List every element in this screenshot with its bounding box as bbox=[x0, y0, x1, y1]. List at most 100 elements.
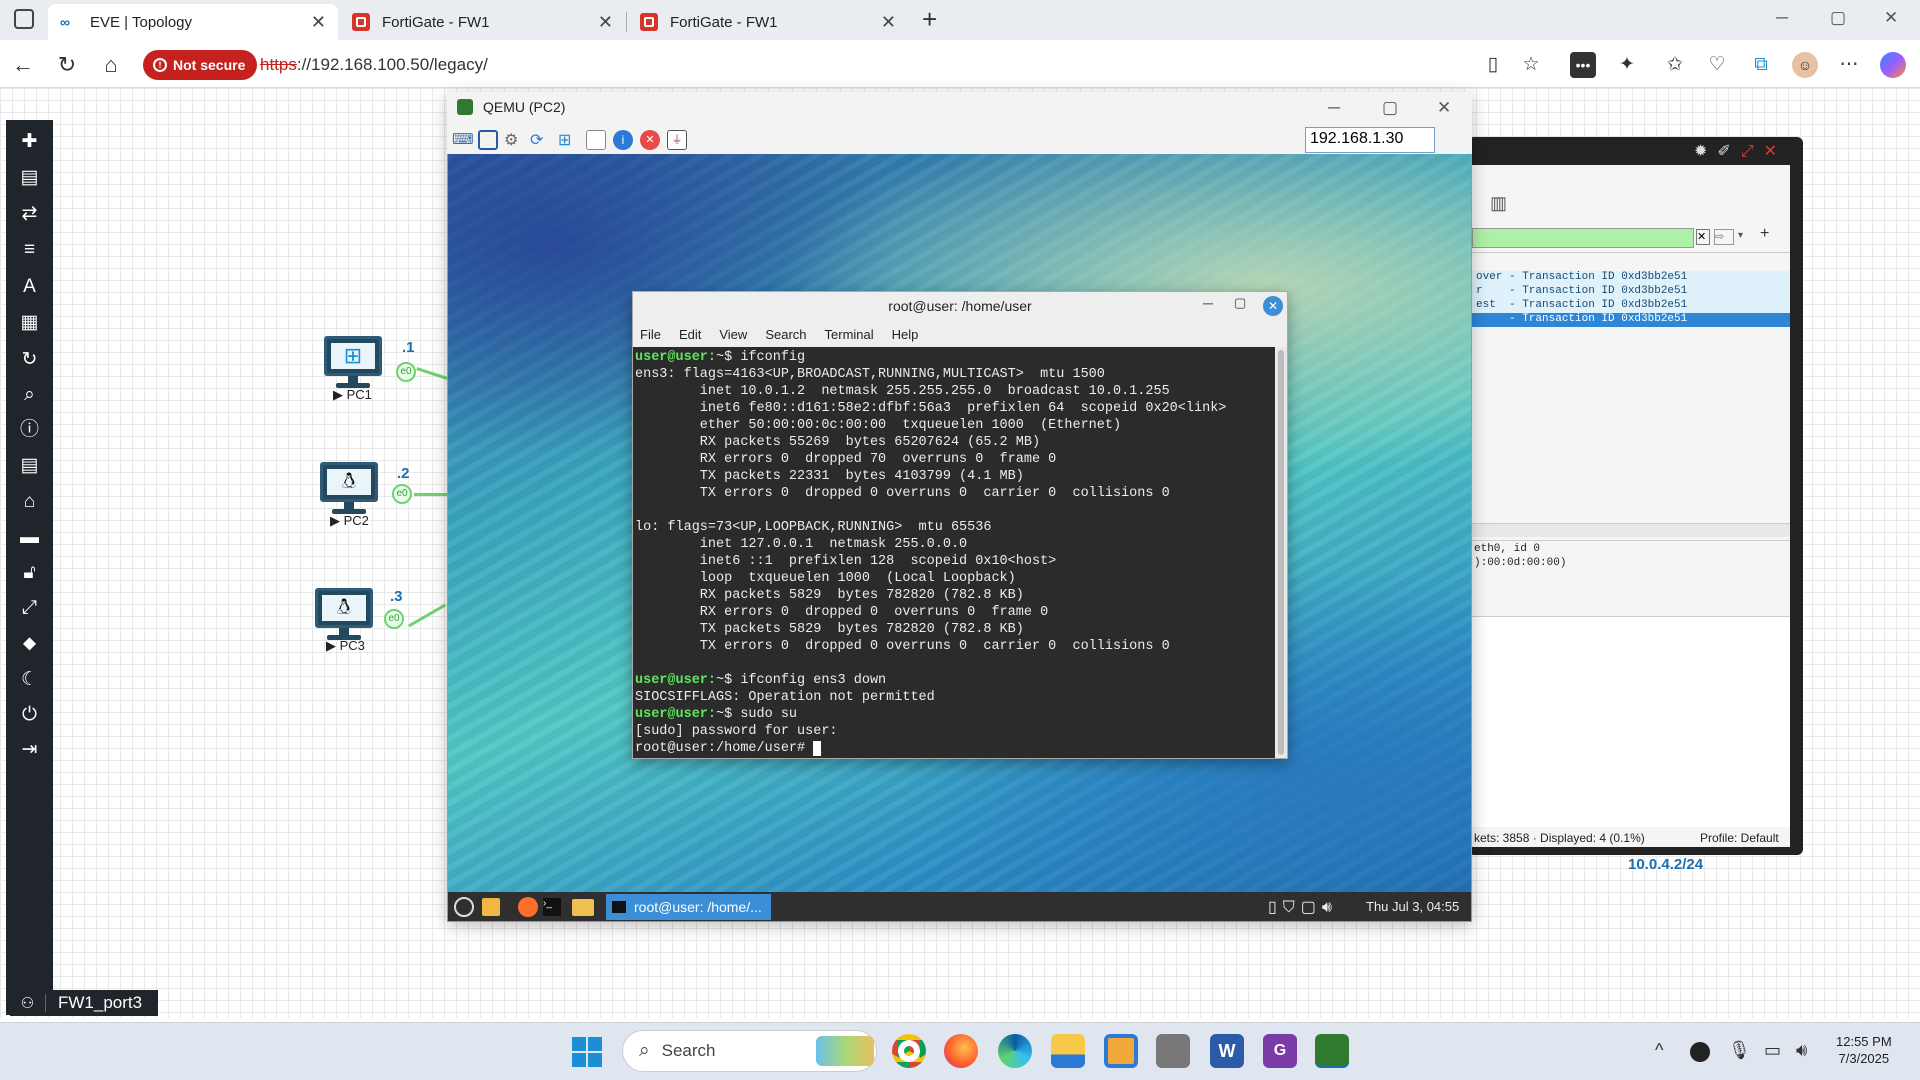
add-object-icon[interactable]: ✚ bbox=[6, 127, 53, 157]
start-icon[interactable] bbox=[572, 1037, 602, 1067]
qemu-close-icon[interactable]: ✕ bbox=[1437, 98, 1451, 118]
close-icon[interactable]: ✕ bbox=[311, 12, 326, 33]
edge-icon[interactable] bbox=[998, 1034, 1032, 1068]
guest-browser-icon[interactable] bbox=[518, 897, 538, 917]
packet-row-selected[interactable]: - Transaction ID 0xd3bb2e51 bbox=[1472, 313, 1790, 327]
fullscreen-icon[interactable] bbox=[478, 130, 498, 150]
guest-files-icon[interactable] bbox=[482, 898, 500, 916]
qemu-minimize-icon[interactable]: ─ bbox=[1328, 98, 1340, 118]
tab-fortigate-2[interactable]: FortiGate - FW1 ✕ bbox=[628, 4, 908, 40]
collections-icon[interactable]: ⧉ bbox=[1748, 52, 1774, 78]
new-tab-icon[interactable]: + bbox=[922, 4, 937, 35]
url-field[interactable]: https://192.168.100.50/legacy/ bbox=[260, 55, 488, 75]
logout-icon[interactable]: ⇥ bbox=[6, 735, 53, 765]
filter-add-icon[interactable]: + bbox=[1760, 225, 1769, 243]
tray-chevron-icon[interactable]: ^ bbox=[1655, 1040, 1663, 1061]
chrome-icon[interactable] bbox=[892, 1034, 926, 1068]
zoom-icon[interactable]: ⌕ bbox=[6, 380, 53, 410]
power-icon[interactable]: ⏻ bbox=[6, 700, 53, 730]
terminal-output[interactable]: user@user:~$ ifconfig ens3: flags=4163<UP… bbox=[633, 347, 1275, 758]
tab-fortigate-1[interactable]: FortiGate - FW1 ✕ bbox=[340, 4, 625, 40]
interface-e0[interactable]: e0 bbox=[396, 362, 416, 382]
close-window-icon[interactable]: ✕ bbox=[1884, 8, 1898, 28]
menu-view[interactable]: View bbox=[719, 327, 747, 342]
copilot-icon[interactable] bbox=[1880, 52, 1906, 78]
back-icon[interactable]: ← bbox=[8, 50, 38, 80]
taskbar-clock[interactable]: 12:55 PM 7/3/2025 bbox=[1836, 1033, 1892, 1067]
terminal-close-icon[interactable]: ✕ bbox=[1263, 296, 1283, 316]
terminal-minimize-icon[interactable]: ─ bbox=[1203, 295, 1213, 311]
app-icon[interactable] bbox=[1104, 1034, 1138, 1068]
refresh-icon[interactable]: ↻ bbox=[6, 345, 53, 375]
menu-terminal[interactable]: Terminal bbox=[825, 327, 874, 342]
list-icon[interactable]: ▤ bbox=[6, 451, 53, 481]
favorite-star-icon[interactable]: ☆ bbox=[1518, 52, 1544, 78]
menu-search[interactable]: Search bbox=[765, 327, 806, 342]
chat-icon[interactable]: ▬ bbox=[6, 523, 53, 553]
guest-folder-icon[interactable] bbox=[572, 899, 594, 916]
fullscreen-icon[interactable]: ⤢ bbox=[6, 593, 53, 623]
file-explorer-icon[interactable] bbox=[1051, 1034, 1085, 1068]
home-icon[interactable]: ⌂ bbox=[96, 50, 126, 80]
tab-eve-topology[interactable]: ∞ EVE | Topology ✕ bbox=[48, 4, 338, 40]
vnc-viewer-icon[interactable] bbox=[1315, 1034, 1349, 1068]
networks-icon[interactable]: ⇄ bbox=[6, 199, 53, 229]
info-icon[interactable]: ⓘ bbox=[6, 415, 53, 445]
display-filter-input[interactable] bbox=[1472, 228, 1694, 248]
word-icon[interactable]: W bbox=[1210, 1034, 1244, 1068]
maximize-icon[interactable]: ▢ bbox=[1830, 8, 1846, 28]
guest-task-terminal[interactable]: root@user: /home/... bbox=[606, 894, 771, 920]
wireshark-toolbar-icon[interactable]: ▥ bbox=[1490, 193, 1507, 214]
profile-avatar[interactable]: ☺ bbox=[1792, 52, 1818, 78]
health-icon[interactable]: ♡ bbox=[1704, 52, 1730, 78]
extension-dots-icon[interactable]: ••• bbox=[1570, 52, 1596, 78]
unlock-icon[interactable]: 🔓︎ bbox=[6, 558, 53, 588]
tray-app-icon[interactable] bbox=[1690, 1042, 1710, 1062]
send-keys-icon[interactable]: ⌨ bbox=[452, 130, 474, 150]
qemu-ip-field[interactable]: 192.168.1.30 bbox=[1305, 127, 1435, 153]
guest-tray-icons[interactable]: ▯⛉▢🔊︎ bbox=[1268, 897, 1338, 917]
reader-icon[interactable]: ▯ bbox=[1480, 52, 1506, 78]
node-pc2[interactable]: 🐧︎ bbox=[318, 462, 380, 520]
close-icon[interactable]: ✕ bbox=[598, 12, 613, 33]
clipboard-icon[interactable] bbox=[586, 130, 606, 150]
guest-terminal-icon[interactable]: ›_ bbox=[543, 898, 561, 916]
close-icon[interactable]: ✕ bbox=[881, 12, 896, 33]
favorites-icon[interactable]: ✩ bbox=[1662, 52, 1688, 78]
guest-menu-icon[interactable] bbox=[454, 897, 474, 917]
terminal-maximize-icon[interactable]: ▢ bbox=[1234, 295, 1246, 311]
filter-apply-icon[interactable]: ⇨ bbox=[1714, 229, 1734, 245]
tag-icon[interactable]: ⬥ bbox=[6, 629, 53, 659]
startup-configs-icon[interactable]: ≡ bbox=[6, 235, 53, 265]
pdf-app-icon[interactable]: G bbox=[1263, 1034, 1297, 1068]
interface-e0[interactable]: e0 bbox=[392, 484, 412, 504]
terminal-scrollbar[interactable] bbox=[1276, 347, 1287, 758]
reload-icon[interactable]: ↻ bbox=[52, 50, 82, 80]
not-secure-badge[interactable]: ! Not secure bbox=[143, 50, 258, 80]
more-menu-icon[interactable]: ⋯ bbox=[1836, 52, 1862, 78]
dark-mode-icon[interactable]: ☾ bbox=[6, 665, 53, 695]
extensions-icon[interactable]: ✦ bbox=[1614, 52, 1640, 78]
filter-clear-icon[interactable]: ✕ bbox=[1696, 229, 1710, 245]
filter-dropdown-icon[interactable]: ▾ bbox=[1738, 230, 1743, 241]
packet-row[interactable]: over - Transaction ID 0xd3bb2e51 bbox=[1472, 271, 1790, 285]
search-highlight-icon[interactable] bbox=[816, 1036, 874, 1066]
packet-list-scrollbar[interactable] bbox=[1472, 523, 1790, 537]
packet-row[interactable]: est - Transaction ID 0xd3bb2e51 bbox=[1472, 299, 1790, 313]
network-icon[interactable]: ▭ bbox=[1764, 1040, 1781, 1061]
node-pc1[interactable]: ⊞ bbox=[322, 336, 384, 394]
nodes-icon[interactable]: ▤ bbox=[6, 163, 53, 193]
menu-help[interactable]: Help bbox=[892, 327, 919, 342]
menu-edit[interactable]: Edit bbox=[679, 327, 701, 342]
qemu-maximize-icon[interactable]: ▢ bbox=[1382, 98, 1398, 118]
stop-icon[interactable]: ✕ bbox=[640, 130, 660, 150]
grid-icon[interactable]: ▦ bbox=[6, 308, 53, 338]
volume-icon[interactable]: 🔊︎ bbox=[1796, 1040, 1807, 1061]
packet-row[interactable]: r - Transaction ID 0xd3bb2e51 bbox=[1472, 285, 1790, 299]
text-icon[interactable]: A bbox=[6, 272, 53, 302]
settings-gear-icon[interactable]: ⚙ bbox=[504, 130, 524, 150]
snipping-icon[interactable] bbox=[1156, 1034, 1190, 1068]
firefox-icon[interactable] bbox=[944, 1034, 978, 1068]
refresh-icon[interactable]: ⟳ bbox=[530, 130, 550, 150]
power-plug-icon[interactable]: ⏚ bbox=[667, 130, 687, 150]
